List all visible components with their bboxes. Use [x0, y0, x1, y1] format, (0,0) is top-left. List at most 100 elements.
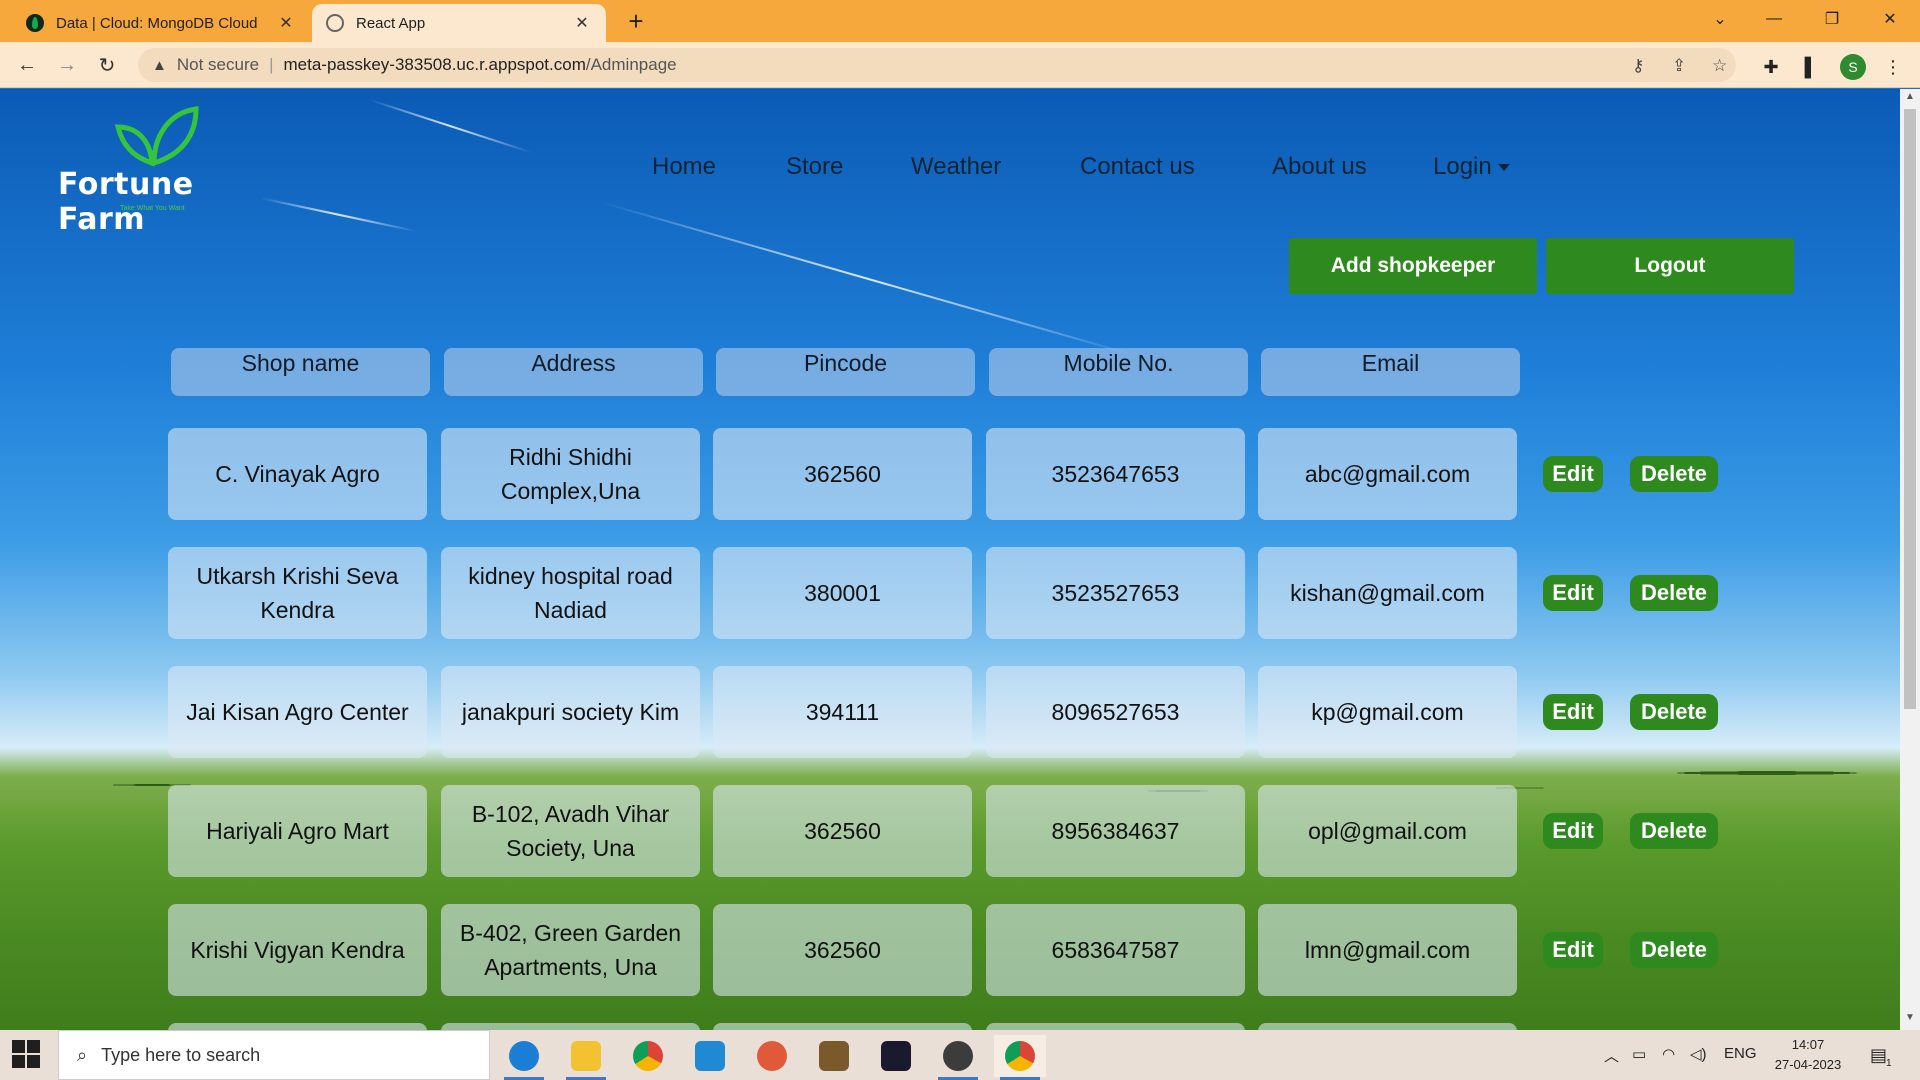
cell-mobile: 8096527653: [986, 666, 1245, 758]
reload-icon[interactable]: ↻: [92, 50, 122, 80]
new-tab-button[interactable]: +: [622, 8, 650, 36]
edit-button[interactable]: Edit: [1543, 456, 1603, 492]
cell-email: kp@gmail.com: [1258, 666, 1517, 758]
cell-address: B-102, Avadh Vihar Society, Una: [441, 785, 700, 877]
edit-button[interactable]: Edit: [1543, 932, 1603, 968]
menu-kebab-icon[interactable]: ⋮: [1880, 54, 1906, 80]
url-path: /Adminpage: [585, 55, 677, 74]
sky-streak: [369, 99, 532, 154]
cell-mobile: 6583647587: [986, 904, 1245, 996]
back-arrow-icon[interactable]: ←: [12, 50, 42, 80]
nav-about-us[interactable]: About us: [1272, 147, 1367, 187]
taskbar-vscode[interactable]: [684, 1035, 736, 1077]
tab-mongodb[interactable]: Data | Cloud: MongoDB Cloud ✕: [12, 4, 310, 42]
edge-icon: [509, 1041, 539, 1071]
cell-shop-name: Utkarsh Krishi Seva Kendra: [168, 547, 427, 639]
share-icon[interactable]: ⇪: [1672, 56, 1686, 76]
battery-icon[interactable]: ▭: [1632, 1045, 1646, 1063]
brand-logo[interactable]: Fortune Farm Take What You Want: [58, 103, 268, 237]
notification-icon[interactable]: ▤: [1870, 1045, 1887, 1066]
scrollbar-thumb[interactable]: [1904, 109, 1916, 709]
nav-store[interactable]: Store: [786, 147, 843, 187]
profile-avatar[interactable]: S: [1840, 54, 1866, 80]
taskbar-edge[interactable]: [498, 1035, 550, 1080]
edit-button[interactable]: Edit: [1543, 694, 1603, 730]
sprout-leaf-icon: [114, 106, 199, 167]
delete-button[interactable]: Delete: [1630, 813, 1718, 849]
windows-start-icon[interactable]: [12, 1040, 42, 1070]
scroll-up-arrow-icon[interactable]: ▲: [1900, 91, 1920, 107]
column-header-shop-name: Shop name: [171, 348, 430, 396]
vscode-icon: [695, 1041, 725, 1071]
taskbar-app-network[interactable]: [746, 1035, 798, 1077]
side-panel-icon[interactable]: ▌: [1798, 54, 1824, 80]
warning-triangle-icon: ▲: [152, 56, 167, 74]
extensions-puzzle-icon[interactable]: ✚: [1758, 54, 1784, 80]
cell-address: kidney hospital road Nadiad: [441, 547, 700, 639]
restore-icon[interactable]: ❐: [1808, 0, 1856, 38]
wifi-icon[interactable]: ◠: [1662, 1045, 1675, 1063]
scroll-down-arrow-icon[interactable]: ▼: [1900, 1012, 1920, 1028]
windows-taskbar: ⌕ Type here to search ︿ ▭ ◠ ◁) ENG 14:07…: [0, 1030, 1920, 1080]
network-app-icon: [757, 1041, 787, 1071]
volume-icon[interactable]: ◁): [1690, 1045, 1707, 1063]
address-bar[interactable]: ▲ Not secure | meta-passkey-383508.uc.r.…: [138, 48, 1736, 82]
tab-title: React App: [356, 14, 426, 32]
window-close-icon[interactable]: ✕: [1866, 0, 1914, 38]
page-viewport: Fortune Farm Take What You Want Home Sto…: [0, 89, 1900, 1030]
taskbar-file-explorer[interactable]: [560, 1035, 612, 1080]
cell-shop-name: Krishi Vigyan Kendra: [168, 904, 427, 996]
cell-partial: [986, 1023, 1245, 1030]
tab-react-app[interactable]: React App ✕: [312, 4, 606, 42]
nav-contact-us[interactable]: Contact us: [1080, 147, 1195, 187]
taskbar-dosbox[interactable]: [808, 1035, 860, 1077]
column-header-email: Email: [1261, 348, 1520, 396]
url-host: meta-passkey-383508.uc.r.appspot.com: [283, 55, 586, 74]
nav-home[interactable]: Home: [652, 147, 716, 187]
search-placeholder: Type here to search: [101, 1044, 261, 1065]
nav-login-dropdown[interactable]: Login: [1433, 147, 1510, 187]
delete-button[interactable]: Delete: [1630, 694, 1718, 730]
cell-partial: [441, 1023, 700, 1030]
taskbar-chrome-profile[interactable]: [994, 1035, 1046, 1080]
taskbar-chrome[interactable]: [622, 1035, 674, 1077]
taskbar-intellij[interactable]: [870, 1035, 922, 1077]
logout-button[interactable]: Logout: [1546, 238, 1794, 294]
taskbar-clock[interactable]: 14:07 27-04-2023: [1770, 1035, 1846, 1075]
delete-button[interactable]: Delete: [1630, 456, 1718, 492]
forward-arrow-icon[interactable]: →: [52, 50, 82, 80]
taskbar-search[interactable]: ⌕ Type here to search: [58, 1030, 490, 1080]
close-icon[interactable]: ✕: [572, 13, 592, 33]
address-divider: |: [269, 55, 274, 74]
intellij-icon: [881, 1041, 911, 1071]
minimize-icon[interactable]: —: [1750, 0, 1798, 38]
add-shopkeeper-button[interactable]: Add shopkeeper: [1289, 238, 1537, 294]
close-icon[interactable]: ✕: [276, 13, 296, 33]
key-icon[interactable]: ⚷: [1632, 56, 1644, 76]
cell-email: lmn@gmail.com: [1258, 904, 1517, 996]
nav-weather[interactable]: Weather: [911, 147, 1001, 187]
notification-count: 1: [1886, 1058, 1892, 1069]
chevron-up-icon[interactable]: ︿: [1604, 1045, 1619, 1066]
star-bookmark-icon[interactable]: ☆: [1712, 56, 1727, 76]
chrome-icon: [633, 1041, 663, 1071]
edit-button[interactable]: Edit: [1543, 813, 1603, 849]
folder-icon: [571, 1041, 601, 1071]
cell-shop-name: Jai Kisan Agro Center: [168, 666, 427, 758]
cell-pincode: 362560: [713, 904, 972, 996]
sky-streak: [259, 197, 417, 233]
column-header-mobile: Mobile No.: [989, 348, 1248, 396]
delete-button[interactable]: Delete: [1630, 575, 1718, 611]
tab-search-chevron-icon[interactable]: ⌄: [1696, 0, 1744, 38]
language-indicator[interactable]: ENG: [1724, 1045, 1757, 1062]
cell-shop-name: C. Vinayak Agro: [168, 428, 427, 520]
delete-button[interactable]: Delete: [1630, 932, 1718, 968]
edit-button[interactable]: Edit: [1543, 575, 1603, 611]
cell-partial: [713, 1023, 972, 1030]
taskbar-whatsapp[interactable]: [932, 1035, 984, 1080]
cell-partial: [168, 1023, 427, 1030]
page-scrollbar[interactable]: ▲ ▼: [1900, 89, 1920, 1030]
browser-tabstrip: Data | Cloud: MongoDB Cloud ✕ React App …: [0, 0, 1920, 42]
security-label[interactable]: Not secure: [177, 55, 259, 75]
brand-tagline: Take What You Want: [120, 205, 185, 212]
